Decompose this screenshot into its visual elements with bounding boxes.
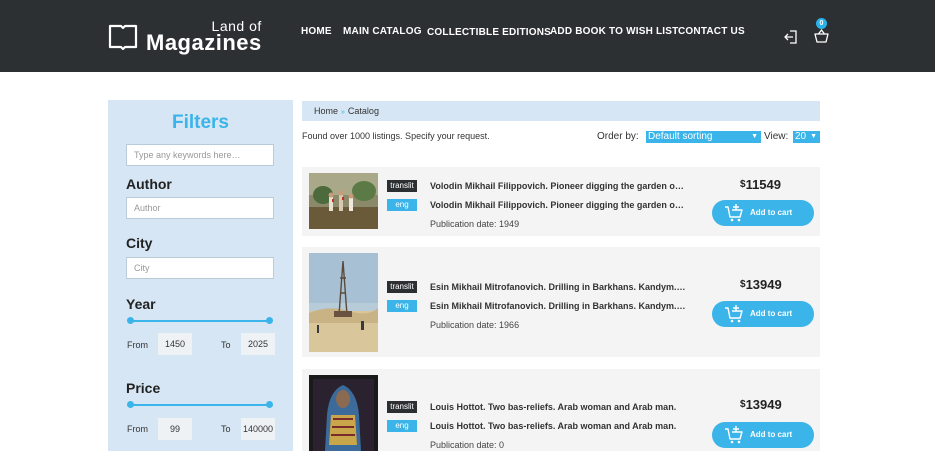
year-slider-min-handle[interactable]: [127, 317, 134, 324]
year-slider-max-handle[interactable]: [266, 317, 273, 324]
product-price: $13949: [740, 397, 782, 412]
product-price: $11549: [740, 177, 781, 192]
author-label: Author: [126, 176, 172, 192]
logo-text: Land of Magazines: [146, 19, 262, 54]
cart-plus-icon: [725, 305, 743, 323]
publication-date: Publication date: 0: [430, 440, 505, 450]
product-image[interactable]: [309, 173, 378, 229]
order-by-select[interactable]: Default sorting ▼: [646, 131, 761, 143]
filters-title: Filters: [171, 112, 230, 133]
price-slider-max-handle[interactable]: [266, 401, 273, 408]
book-logo-icon: [108, 24, 138, 50]
translit-tag: translit: [387, 401, 417, 413]
product-title-eng[interactable]: Louis Hottot. Two bas-reliefs. Arab woma…: [430, 421, 686, 431]
product-title-eng[interactable]: Esin Mikhail Mitrofanovich. Drilling in …: [430, 301, 686, 311]
product-card: translit eng Esin Mikhail Mitrofanovich.…: [302, 247, 820, 357]
price-to-input[interactable]: 140000: [241, 418, 275, 440]
translit-tag: translit: [387, 180, 417, 192]
cart-icon[interactable]: [814, 29, 829, 43]
chevron-down-icon: ▼: [810, 133, 817, 140]
breadcrumb-home[interactable]: Home: [314, 106, 338, 116]
breadcrumb-current: Catalog: [347, 106, 379, 116]
logo-line2: Magazines: [146, 29, 262, 55]
login-icon[interactable]: [784, 30, 798, 44]
publication-date: Publication date: 1949: [430, 219, 520, 229]
cart-plus-icon: [725, 204, 743, 222]
price-range-slider[interactable]: [127, 401, 273, 408]
keywords-input[interactable]: Type any keywords here…: [126, 144, 274, 166]
product-title-eng[interactable]: Volodin Mikhail Filippovich. Pioneer dig…: [430, 200, 686, 210]
price-from-label: From: [127, 424, 148, 434]
breadcrumb-separator: »: [341, 109, 345, 116]
product-title-translit[interactable]: Esin Mikhail Mitrofanovich. Drilling in …: [430, 282, 686, 292]
top-header: Land of Magazines HOME MAIN CATALOG COLL…: [0, 0, 935, 72]
eng-tag: eng: [387, 300, 417, 312]
price-from-input[interactable]: 99: [158, 418, 192, 440]
product-image[interactable]: [309, 375, 378, 451]
view-label: View:: [764, 131, 789, 142]
price-slider-min-handle[interactable]: [127, 401, 134, 408]
nav-home[interactable]: HOME: [301, 26, 332, 37]
nav-collectible-editions[interactable]: COLLECTIBLE EDITIONS: [427, 27, 551, 38]
add-to-cart-label: Add to cart: [750, 309, 793, 318]
year-from-input[interactable]: 1450: [158, 333, 192, 355]
nav-contact-us[interactable]: CONTACT US: [678, 26, 745, 37]
add-to-cart-button[interactable]: Add to cart: [712, 301, 814, 327]
chevron-down-icon: ▼: [751, 133, 758, 140]
city-label: City: [126, 235, 153, 251]
price-value: 11549: [745, 177, 781, 192]
order-by-label: Order by:: [597, 131, 639, 142]
price-label: Price: [126, 380, 161, 396]
year-to-input[interactable]: 2025: [241, 333, 275, 355]
price-value: 13949: [745, 397, 782, 412]
eng-tag: eng: [387, 420, 417, 432]
add-to-cart-label: Add to cart: [750, 430, 793, 439]
translit-tag: translit: [387, 281, 417, 293]
results-count-text: Found over 1000 listings. Specify your r…: [302, 131, 490, 141]
site-logo[interactable]: Land of Magazines: [108, 18, 262, 54]
eng-tag: eng: [387, 199, 417, 211]
price-to-label: To: [221, 424, 231, 434]
year-range-slider[interactable]: [127, 317, 273, 324]
filters-panel: Filters Type any keywords here… Author A…: [108, 100, 293, 451]
nav-add-book-wish-list[interactable]: ADD BOOK TO WISH LIST: [550, 26, 678, 37]
product-card: translit eng Volodin Mikhail Filippovich…: [302, 167, 820, 236]
year-to-label: To: [221, 340, 231, 350]
publication-date: Publication date: 1966: [430, 320, 520, 330]
product-price: $13949: [740, 277, 782, 292]
cart-count-badge: 0: [816, 18, 827, 29]
year-label: Year: [126, 296, 156, 312]
year-from-label: From: [127, 340, 148, 350]
breadcrumb: Home» Catalog: [302, 101, 820, 121]
view-count-value: 20: [795, 131, 807, 142]
price-value: 13949: [745, 277, 782, 292]
add-to-cart-button[interactable]: Add to cart: [712, 200, 814, 226]
view-count-select[interactable]: 20 ▼: [793, 131, 820, 143]
add-to-cart-label: Add to cart: [750, 208, 793, 217]
order-by-value: Default sorting: [648, 131, 713, 142]
product-title-translit[interactable]: Louis Hottot. Two bas-reliefs. Arab woma…: [430, 402, 686, 412]
product-image[interactable]: [309, 253, 378, 352]
author-input[interactable]: Author: [126, 197, 274, 219]
nav-main-catalog[interactable]: MAIN CATALOG: [343, 26, 422, 37]
add-to-cart-button[interactable]: Add to cart: [712, 422, 814, 448]
cart-plus-icon: [725, 426, 743, 444]
city-input[interactable]: City: [126, 257, 274, 279]
product-card: translit eng Louis Hottot. Two bas-relie…: [302, 369, 820, 451]
product-title-translit[interactable]: Volodin Mikhail Filippovich. Pioneer dig…: [430, 181, 686, 191]
